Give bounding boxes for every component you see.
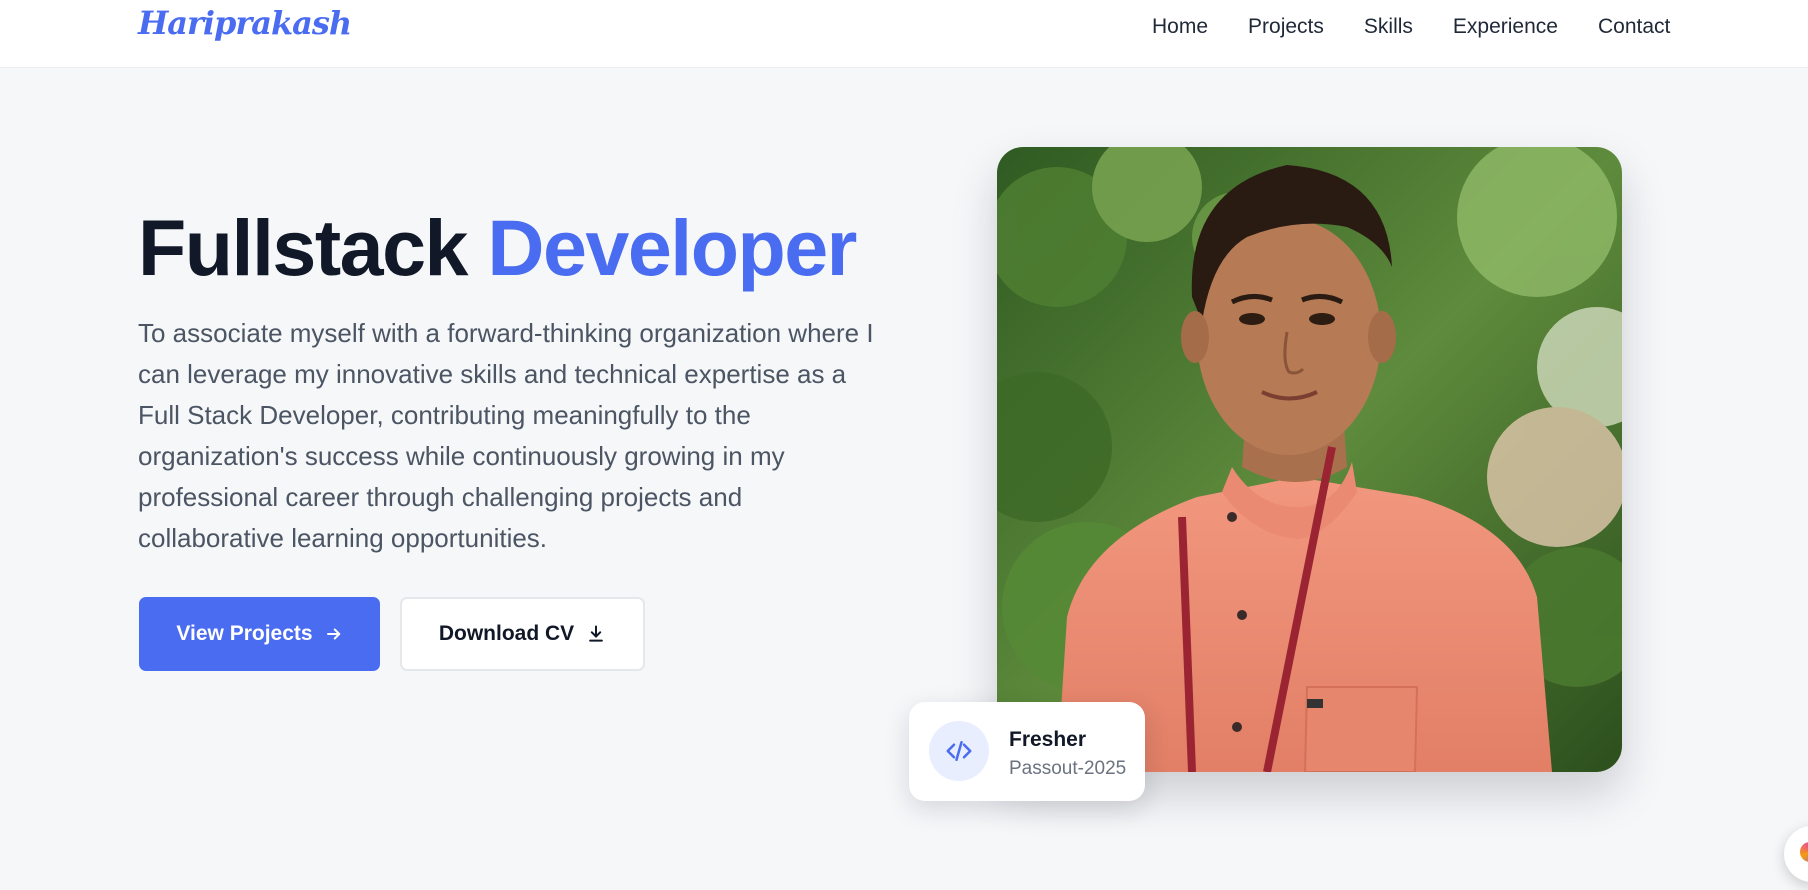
status-title: Fresher (1009, 728, 1087, 751)
hero-title: Fullstack Developer (138, 200, 857, 296)
download-cv-label: Download CV (438, 622, 575, 645)
view-projects-label: View Projects (176, 622, 313, 645)
hero-title-accent: Developer (487, 203, 857, 292)
widget-icon (1800, 842, 1808, 862)
nav-link-contact[interactable]: Contact (1598, 14, 1670, 40)
status-card: Fresher Passout-2025 (909, 702, 1145, 801)
nav-links: Home Projects Skills Experience Contact (1152, 14, 1670, 40)
navbar: Hariprakash Home Projects Skills Experie… (0, 0, 1808, 68)
hero-title-main: Fullstack (138, 203, 468, 292)
profile-photo (997, 147, 1622, 772)
arrow-right-icon (325, 625, 343, 643)
hero-description: To associate myself with a forward-think… (138, 318, 874, 553)
nav-link-experience[interactable]: Experience (1453, 14, 1558, 40)
download-icon (586, 624, 606, 644)
status-subtitle: Passout-2025 (1009, 758, 1127, 779)
nav-link-skills[interactable]: Skills (1364, 14, 1413, 40)
view-projects-button[interactable]: View Projects (139, 597, 380, 671)
download-cv-button[interactable]: Download CV (400, 597, 645, 671)
brand-logo[interactable]: Hariprakash (138, 4, 352, 42)
nav-link-projects[interactable]: Projects (1248, 14, 1324, 40)
code-icon (929, 721, 989, 781)
floating-widget-button[interactable] (1784, 826, 1808, 882)
nav-link-home[interactable]: Home (1152, 14, 1208, 40)
